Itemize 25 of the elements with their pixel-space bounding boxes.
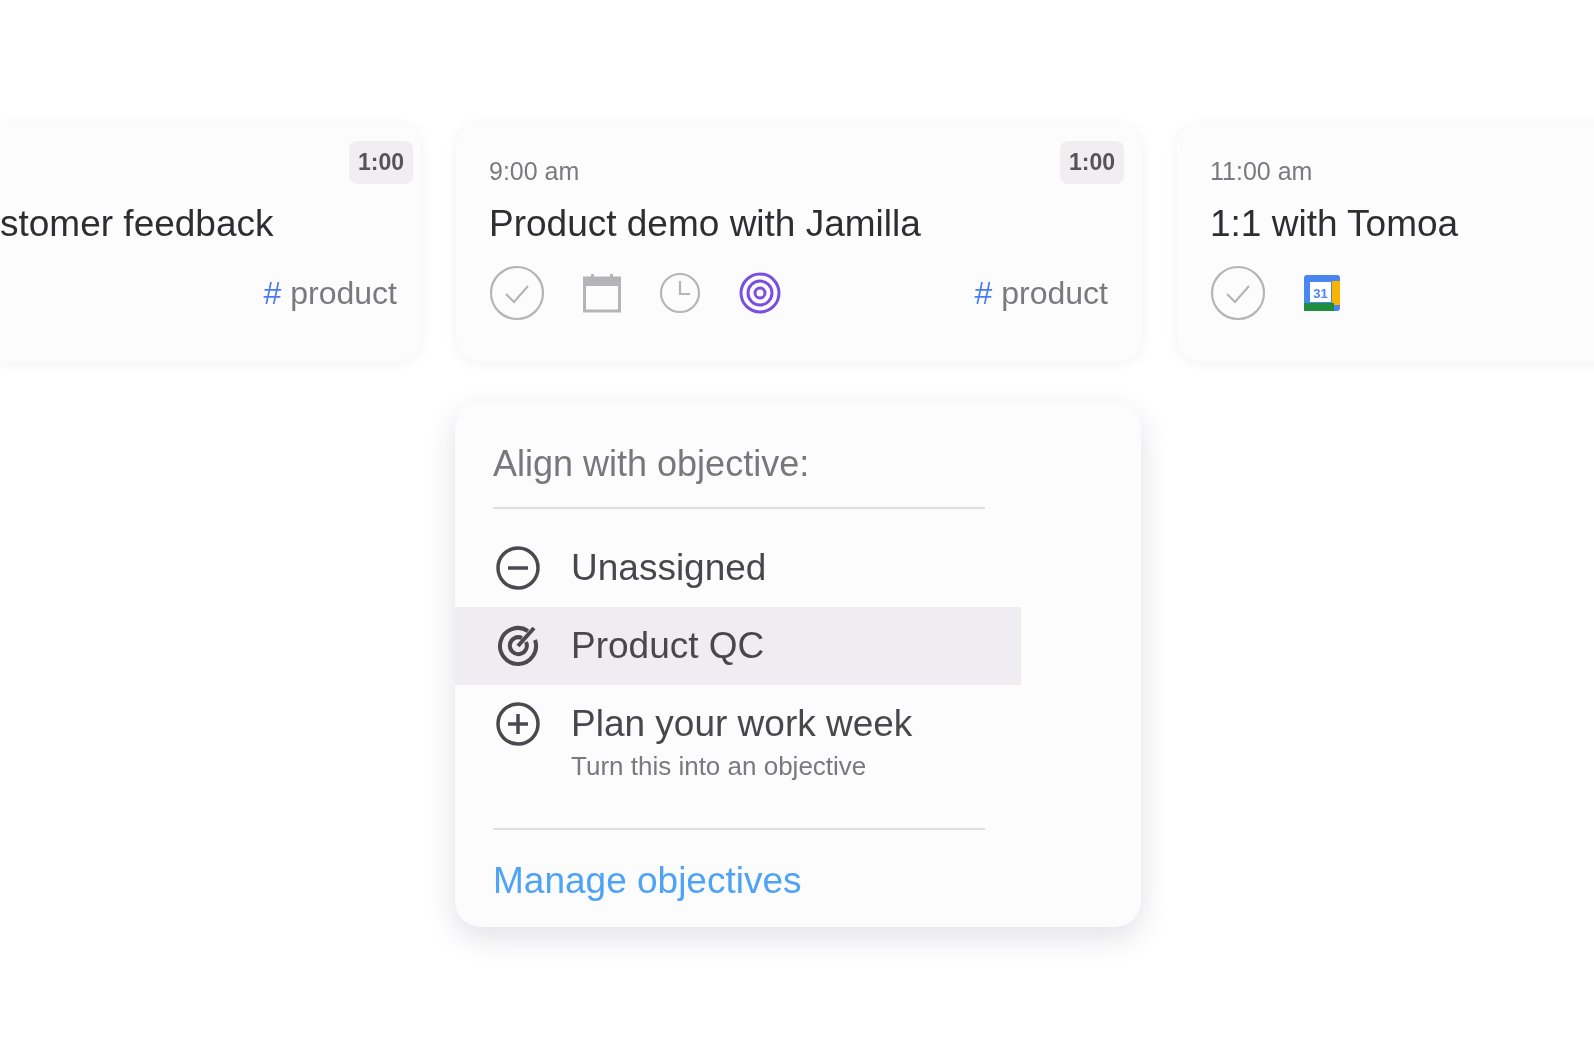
duration-badge: 1:00 — [348, 141, 413, 184]
minus-circle-icon — [495, 545, 541, 591]
objective-option[interactable]: Product QC — [455, 607, 1021, 685]
menu-heading: Align with objective: — [492, 443, 811, 485]
duration-badge: 1:00 — [1059, 141, 1124, 184]
objective-option[interactable]: Plan your work week Turn this into an objective — [455, 685, 1021, 798]
event-title: stomer feedback — [0, 203, 275, 245]
calendar-icon[interactable] — [583, 273, 621, 313]
event-title: 1:1 with Tomoa — [1210, 203, 1460, 245]
tag-label[interactable]: # product — [974, 274, 1108, 312]
event-time: 11:00 am — [1210, 156, 1313, 186]
checkmark-circle-icon[interactable] — [1210, 265, 1266, 321]
objective-option[interactable]: Unassigned — [455, 529, 1021, 607]
target-icon — [495, 623, 541, 669]
calendar-app-icon[interactable]: 31 — [1304, 275, 1340, 311]
event-card[interactable]: 9:00 am 1:00 Product demo with Jamilla # product — [456, 123, 1142, 361]
clock-icon[interactable] — [659, 272, 701, 314]
checkmark-circle-icon[interactable] — [489, 265, 545, 321]
event-card[interactable]: 1:00 stomer feedback # product — [0, 123, 421, 361]
plus-circle-icon — [495, 701, 541, 747]
event-time: 9:00 am — [489, 156, 580, 186]
target-icon[interactable] — [739, 272, 781, 314]
tag-label[interactable]: # product — [263, 274, 397, 312]
event-title: Product demo with Jamilla — [489, 203, 922, 245]
event-card[interactable]: 11:00 am 1:1 with Tomoa 31 — [1177, 123, 1594, 361]
